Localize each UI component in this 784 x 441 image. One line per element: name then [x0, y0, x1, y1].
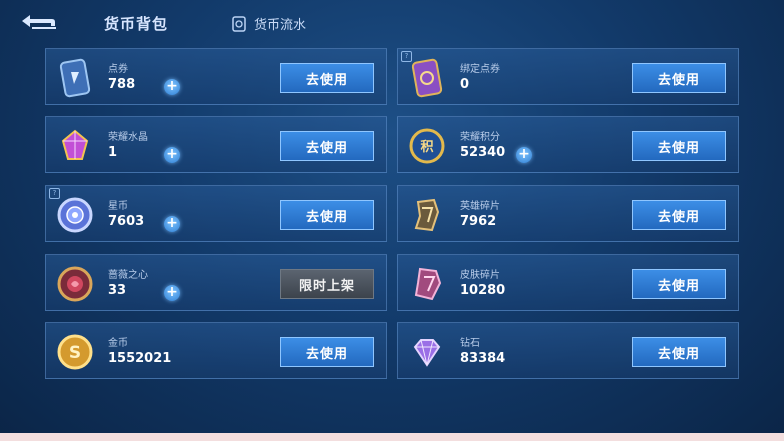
currency-amount: 52340 [460, 145, 506, 160]
currency-amount: 1552021 [108, 351, 172, 366]
currency-name: 荣耀水晶 [108, 132, 148, 143]
currency-name: 英雄碎片 [460, 201, 500, 212]
currency-name: 点券 [108, 64, 128, 75]
currency-card-rose-heart: 蔷薇之心 33 + 限时上架 [45, 254, 387, 311]
currency-card-dianquan: 点券 788 + 去使用 [45, 48, 387, 105]
ledger-icon [232, 15, 246, 32]
currency-name: 金币 [108, 338, 128, 349]
use-button[interactable]: 去使用 [280, 200, 374, 230]
use-button[interactable]: 去使用 [280, 337, 374, 367]
currency-amount: 33 [108, 283, 127, 298]
add-icon[interactable]: + [164, 147, 180, 163]
add-icon[interactable]: + [164, 285, 180, 301]
bound-coupon-card-icon [406, 57, 448, 99]
use-button[interactable]: 去使用 [632, 200, 726, 230]
use-button[interactable]: 去使用 [280, 63, 374, 93]
currency-card-diamond: 钻石 83384 去使用 [397, 322, 739, 379]
gold-coin-icon: S [54, 331, 96, 373]
use-button[interactable]: 去使用 [632, 337, 726, 367]
currency-card-star-coin: ? 星币 7603 + 去使用 [45, 185, 387, 242]
currency-name: 绑定点券 [460, 64, 500, 75]
svg-text:积: 积 [420, 139, 433, 155]
currency-card-bound-dianquan: ? 绑定点券 0 去使用 [397, 48, 739, 105]
currency-amount: 7603 [108, 214, 145, 229]
limited-time-button: 限时上架 [280, 269, 374, 299]
currency-amount: 10280 [460, 283, 506, 298]
currency-card-gold-coin: S 金币 1552021 去使用 [45, 322, 387, 379]
currency-amount: 1 [108, 145, 118, 160]
currency-amount: 0 [460, 77, 470, 92]
use-button[interactable]: 去使用 [632, 63, 726, 93]
skin-fragment-icon [406, 263, 448, 305]
currency-name: 荣耀积分 [460, 132, 500, 143]
add-icon[interactable]: + [164, 216, 180, 232]
currency-amount: 788 [108, 77, 136, 92]
currency-name: 星币 [108, 201, 128, 212]
rose-heart-icon [54, 263, 96, 305]
currency-flow-label: 货币流水 [254, 18, 307, 33]
currency-name: 钻石 [460, 338, 480, 349]
currency-card-glory-crystal: 荣耀水晶 1 + 去使用 [45, 116, 387, 173]
star-coin-icon [54, 194, 96, 236]
points-medal-icon: 积 [406, 125, 448, 167]
currency-flow-link[interactable]: 货币流水 [232, 14, 306, 33]
coupon-card-icon [54, 57, 96, 99]
currency-card-glory-points: 积 荣耀积分 52340 + 去使用 [397, 116, 739, 173]
add-icon[interactable]: + [516, 147, 532, 163]
hero-fragment-icon [406, 194, 448, 236]
page-title: 货币背包 [104, 15, 169, 33]
back-arrow-icon[interactable] [18, 10, 58, 32]
currency-amount: 7962 [460, 214, 497, 229]
add-icon[interactable]: + [164, 79, 180, 95]
bottom-strip [0, 433, 784, 441]
use-button[interactable]: 去使用 [632, 131, 726, 161]
use-button[interactable]: 去使用 [280, 131, 374, 161]
currency-card-hero-fragment: 英雄碎片 7962 去使用 [397, 185, 739, 242]
currency-name: 蔷薇之心 [108, 270, 148, 281]
currency-name: 皮肤碎片 [460, 270, 500, 281]
diamond-icon [406, 331, 448, 373]
crystal-icon [54, 125, 96, 167]
currency-amount: 83384 [460, 351, 506, 366]
svg-text:S: S [69, 343, 81, 363]
use-button[interactable]: 去使用 [632, 269, 726, 299]
currency-card-skin-fragment: 皮肤碎片 10280 去使用 [397, 254, 739, 311]
top-bar: 货币背包 货币流水 [0, 0, 784, 44]
